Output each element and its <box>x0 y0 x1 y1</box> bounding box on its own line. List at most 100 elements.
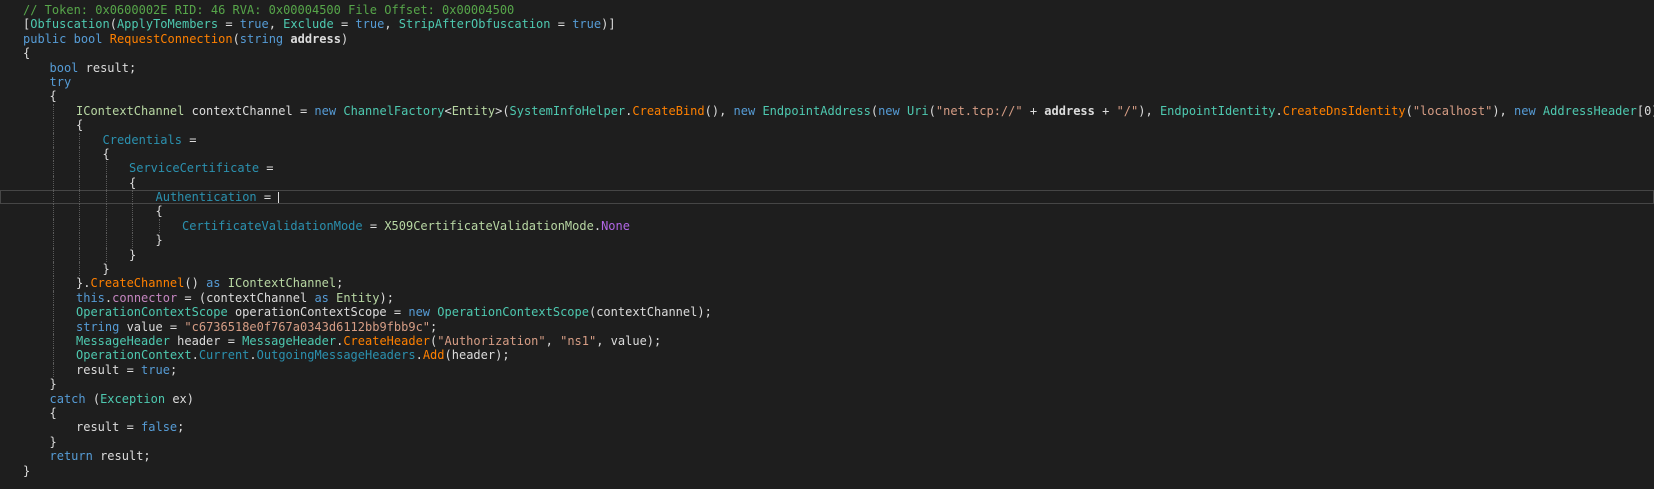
code-line[interactable]: } <box>0 377 1654 391</box>
code-line[interactable]: MessageHeader header = MessageHeader.Cre… <box>0 333 1654 349</box>
code-line[interactable]: { <box>0 89 1654 103</box>
indent-guide <box>52 204 54 219</box>
code-line[interactable]: this.connector = (contextChannel as Enti… <box>0 290 1654 306</box>
indent-guide <box>79 218 80 234</box>
code-token: None <box>601 218 630 233</box>
code-token: OutgoingMessageHeaders <box>256 348 416 363</box>
code-token: ( <box>1405 103 1413 118</box>
code-token: (), <box>704 103 734 118</box>
code-token: } <box>23 463 31 478</box>
code-token: Authentication <box>155 190 257 205</box>
code-token: new <box>408 305 431 320</box>
code-line[interactable]: catch (Exception ex) <box>0 392 1654 406</box>
code-area[interactable]: // Token: 0x0600002E RID: 46 RVA: 0x0000… <box>0 3 1654 478</box>
code-token: { <box>155 204 163 219</box>
code-token: , <box>545 333 561 348</box>
code-token: this <box>76 290 105 305</box>
indent-guide <box>52 290 54 306</box>
code-token: { <box>76 118 84 133</box>
code-token: catch <box>49 391 86 406</box>
code-token: . <box>415 348 423 363</box>
code-editor[interactable]: // Token: 0x0600002E RID: 46 RVA: 0x0000… <box>0 0 1654 489</box>
code-token: Uri <box>906 103 929 118</box>
code-line[interactable]: bool result; <box>0 61 1654 75</box>
code-line[interactable]: { <box>0 46 1654 60</box>
code-token: header = <box>169 333 243 348</box>
code-line[interactable]: result = true; <box>0 362 1654 378</box>
code-token: CreateHeader <box>343 333 431 348</box>
code-line[interactable]: return result; <box>0 449 1654 463</box>
code-line[interactable]: Authentication = <box>0 190 1654 205</box>
code-line[interactable]: try <box>0 75 1654 89</box>
code-line[interactable]: [Obfuscation(ApplyToMembers = true, Excl… <box>0 17 1654 31</box>
code-token: }. <box>76 276 91 291</box>
code-token: { <box>23 46 31 61</box>
indent-guide <box>52 190 54 205</box>
indent-guide <box>158 218 160 234</box>
code-token: } <box>49 377 57 392</box>
code-token: Obfuscation <box>30 17 110 32</box>
code-line[interactable]: public bool RequestConnection(string add… <box>0 32 1654 46</box>
code-line[interactable]: { <box>0 118 1654 133</box>
indent-guide <box>52 262 54 277</box>
code-line[interactable]: ServiceCertificate = <box>0 161 1654 176</box>
code-token: Add <box>422 348 445 363</box>
code-line[interactable]: OperationContextScope operationContextSc… <box>0 305 1654 320</box>
code-token: ApplyToMembers <box>116 17 219 32</box>
code-line[interactable]: Credentials = <box>0 132 1654 147</box>
indent-guide <box>105 204 107 219</box>
code-token: )] <box>601 17 616 32</box>
indent-guide <box>105 175 107 191</box>
code-line[interactable]: } <box>0 262 1654 277</box>
code-token: ex) <box>165 391 195 406</box>
code-token: MessageHeader <box>76 333 170 348</box>
indent-guide <box>52 132 54 147</box>
indent-guide <box>132 204 133 219</box>
code-line[interactable]: } <box>0 233 1654 248</box>
code-token: (contextChannel); <box>588 305 712 320</box>
code-token: bool <box>49 60 79 75</box>
code-token: CertificateValidationMode <box>182 218 363 233</box>
code-line[interactable]: result = false; <box>0 420 1654 434</box>
indent-guide <box>105 233 107 248</box>
indent-guide <box>52 319 54 334</box>
code-token: address <box>290 31 341 46</box>
code-token: ; <box>430 319 438 334</box>
code-token: . <box>191 348 199 363</box>
code-token: StripAfterObfuscation <box>398 17 551 32</box>
code-token: () <box>184 276 207 291</box>
code-line[interactable]: string value = "c6736518e0f767a0343d6112… <box>0 319 1654 334</box>
code-token: bool <box>73 31 103 46</box>
code-token: < <box>444 103 452 118</box>
code-line[interactable]: }.CreateChannel() as IContextChannel; <box>0 276 1654 291</box>
code-line[interactable]: IContextChannel contextChannel = new Cha… <box>0 103 1654 119</box>
code-line[interactable]: // Token: 0x0600002E RID: 46 RVA: 0x0000… <box>0 3 1654 17</box>
indent-guide <box>79 247 80 263</box>
code-line[interactable]: { <box>0 175 1654 191</box>
code-token: = <box>259 161 274 176</box>
text-caret <box>278 191 280 204</box>
indent-guide <box>132 190 133 205</box>
code-token: ) <box>340 31 349 46</box>
code-token: ); <box>379 290 394 305</box>
code-token: operationContextScope = <box>227 305 409 320</box>
code-token: // Token: 0x0600002E RID: 46 RVA: 0x0000… <box>23 3 515 17</box>
code-token: CreateChannel <box>90 276 185 291</box>
code-line[interactable]: } <box>0 435 1654 449</box>
code-line[interactable]: CertificateValidationMode = X509Certific… <box>0 218 1654 234</box>
code-token: Exception <box>100 391 166 406</box>
code-token: Current <box>198 348 250 363</box>
code-line[interactable]: } <box>0 464 1654 478</box>
code-line[interactable]: } <box>0 247 1654 263</box>
code-line[interactable]: OperationContext.Current.OutgoingMessage… <box>0 348 1654 363</box>
indent-guide <box>105 161 107 176</box>
indent-guide <box>52 161 54 176</box>
code-line[interactable]: { <box>0 204 1654 219</box>
code-line[interactable]: { <box>0 406 1654 420</box>
code-token: ( <box>870 103 879 118</box>
code-line[interactable]: { <box>0 146 1654 162</box>
code-token: , value); <box>596 333 662 348</box>
